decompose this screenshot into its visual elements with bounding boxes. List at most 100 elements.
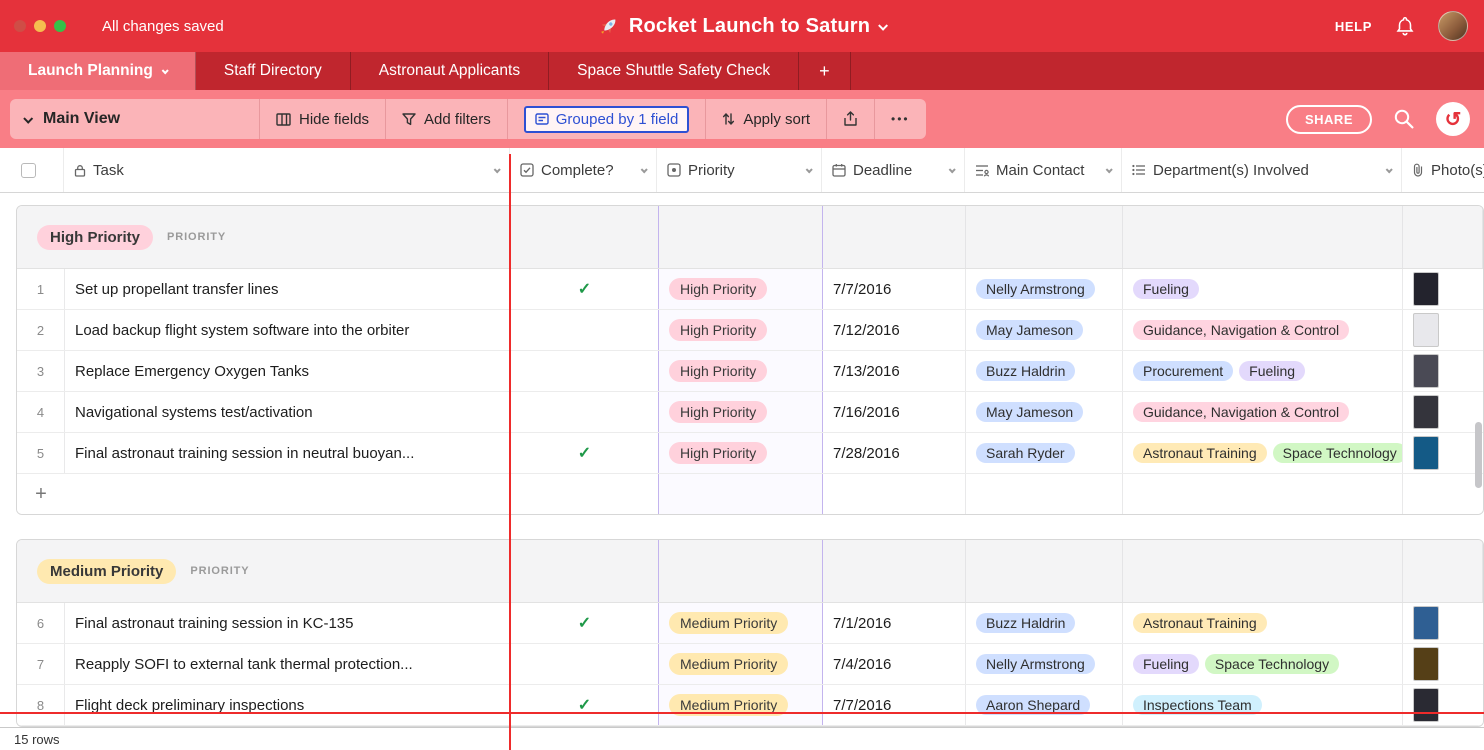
deadline-cell[interactable]: 7/28/2016	[823, 433, 966, 473]
help-button[interactable]: HELP	[1335, 19, 1372, 34]
hide-fields-button[interactable]: Hide fields	[260, 99, 386, 139]
task-cell[interactable]: Flight deck preliminary inspections	[65, 685, 511, 725]
add-filters-button[interactable]: Add filters	[386, 99, 508, 139]
deadline-cell[interactable]: 7/7/2016	[823, 685, 966, 725]
departments-cell[interactable]: Inspections Team	[1123, 685, 1403, 725]
contact-cell[interactable]: Nelly Armstrong	[966, 644, 1123, 684]
close-window-button[interactable]	[14, 20, 26, 32]
task-cell[interactable]: Navigational systems test/activation	[65, 392, 511, 432]
priority-cell[interactable]: High Priority	[658, 310, 823, 350]
complete-cell[interactable]	[511, 351, 658, 391]
history-button[interactable]: ↺	[1436, 102, 1470, 136]
table-row[interactable]: 4 Navigational systems test/activation H…	[17, 392, 1483, 433]
zoom-window-button[interactable]	[54, 20, 66, 32]
photo-cell[interactable]	[1403, 603, 1483, 643]
task-cell[interactable]: Replace Emergency Oxygen Tanks	[65, 351, 511, 391]
task-cell[interactable]: Final astronaut training session in neut…	[65, 433, 511, 473]
complete-cell[interactable]	[511, 644, 658, 684]
column-header-complete[interactable]: Complete?	[510, 148, 657, 192]
photo-cell[interactable]	[1403, 433, 1483, 473]
complete-cell[interactable]	[511, 310, 658, 350]
contact-cell[interactable]: Aaron Shepard	[966, 685, 1123, 725]
tab-space-shuttle-safety-check[interactable]: Space Shuttle Safety Check	[549, 52, 799, 90]
priority-cell[interactable]: High Priority	[658, 269, 823, 309]
departments-cell[interactable]: Astronaut Training	[1123, 603, 1403, 643]
tab-astronaut-applicants[interactable]: Astronaut Applicants	[351, 52, 549, 90]
apply-sort-button[interactable]: Apply sort	[706, 99, 827, 139]
column-header-task[interactable]: Task	[64, 148, 510, 192]
contact-cell[interactable]: Buzz Haldrin	[966, 603, 1123, 643]
search-icon[interactable]	[1392, 107, 1416, 131]
select-all-checkbox[interactable]	[21, 163, 36, 178]
complete-cell[interactable]	[511, 392, 658, 432]
more-options-button[interactable]: •••	[875, 99, 926, 139]
add-record-row[interactable]: +	[17, 474, 1483, 514]
departments-cell[interactable]: Guidance, Navigation & Control	[1123, 392, 1403, 432]
photo-cell[interactable]	[1403, 685, 1483, 725]
priority-cell[interactable]: High Priority	[658, 351, 823, 391]
column-header-departments[interactable]: Department(s) Involved	[1122, 148, 1402, 192]
task-cell[interactable]: Final astronaut training session in KC-1…	[65, 603, 511, 643]
departments-cell[interactable]: Astronaut Training Space Technology	[1123, 433, 1403, 473]
contact-cell[interactable]: May Jameson	[966, 392, 1123, 432]
user-avatar[interactable]	[1438, 11, 1468, 41]
task-cell[interactable]: Reapply SOFI to external tank thermal pr…	[65, 644, 511, 684]
complete-cell[interactable]: ✓	[511, 603, 658, 643]
deadline-cell[interactable]: 7/4/2016	[823, 644, 966, 684]
window-controls[interactable]	[14, 20, 66, 32]
table-row[interactable]: 2 Load backup flight system software int…	[17, 310, 1483, 351]
vertical-scrollbar-thumb[interactable]	[1475, 422, 1482, 488]
complete-cell[interactable]: ✓	[511, 269, 658, 309]
contact-cell[interactable]: Buzz Haldrin	[966, 351, 1123, 391]
photo-cell[interactable]	[1403, 310, 1483, 350]
priority-cell[interactable]: Medium Priority	[658, 603, 823, 643]
priority-cell[interactable]: Medium Priority	[658, 685, 823, 725]
table-row[interactable]: 5 Final astronaut training session in ne…	[17, 433, 1483, 474]
priority-cell[interactable]: High Priority	[658, 392, 823, 432]
task-cell[interactable]: Load backup flight system software into …	[65, 310, 511, 350]
photo-cell[interactable]	[1403, 392, 1483, 432]
departments-cell[interactable]: Fueling	[1123, 269, 1403, 309]
share-view-button[interactable]	[827, 99, 875, 139]
deadline-cell[interactable]: 7/16/2016	[823, 392, 966, 432]
group-header[interactable]: Medium Priority PRIORITY	[17, 540, 1483, 603]
departments-cell[interactable]: Fueling Space Technology	[1123, 644, 1403, 684]
contact-cell[interactable]: Sarah Ryder	[966, 433, 1123, 473]
deadline-cell[interactable]: 7/12/2016	[823, 310, 966, 350]
priority-cell[interactable]: Medium Priority	[658, 644, 823, 684]
add-record-button[interactable]: +	[17, 483, 65, 506]
deadline-cell[interactable]: 7/13/2016	[823, 351, 966, 391]
photo-cell[interactable]	[1403, 269, 1483, 309]
deadline-cell[interactable]: 7/7/2016	[823, 269, 966, 309]
table-row[interactable]: 7 Reapply SOFI to external tank thermal …	[17, 644, 1483, 685]
photo-cell[interactable]	[1403, 644, 1483, 684]
column-header-photos[interactable]: Photo(s)	[1402, 148, 1484, 192]
group-button[interactable]: Grouped by 1 field	[508, 99, 707, 139]
task-cell[interactable]: Set up propellant transfer lines	[65, 269, 511, 309]
table-row[interactable]: 8 Flight deck preliminary inspections ✓ …	[17, 685, 1483, 726]
notifications-bell-icon[interactable]	[1394, 15, 1416, 37]
contact-cell[interactable]: May Jameson	[966, 310, 1123, 350]
column-header-deadline[interactable]: Deadline	[822, 148, 965, 192]
contact-cell[interactable]: Nelly Armstrong	[966, 269, 1123, 309]
add-table-button[interactable]: +	[799, 52, 851, 90]
base-title-menu[interactable]: Rocket Launch to Saturn	[598, 15, 886, 38]
select-all-cell[interactable]	[0, 148, 64, 192]
departments-cell[interactable]: Procurement Fueling	[1123, 351, 1403, 391]
tab-staff-directory[interactable]: Staff Directory	[196, 52, 351, 90]
departments-cell[interactable]: Guidance, Navigation & Control	[1123, 310, 1403, 350]
share-button[interactable]: SHARE	[1286, 105, 1372, 134]
tab-launch-planning[interactable]: Launch Planning	[0, 52, 196, 90]
photo-cell[interactable]	[1403, 351, 1483, 391]
column-header-main-contact[interactable]: Main Contact	[965, 148, 1122, 192]
view-switcher[interactable]: Main View	[10, 99, 260, 139]
group-header[interactable]: High Priority PRIORITY	[17, 206, 1483, 269]
table-row[interactable]: 3 Replace Emergency Oxygen Tanks High Pr…	[17, 351, 1483, 392]
complete-cell[interactable]: ✓	[511, 685, 658, 725]
minimize-window-button[interactable]	[34, 20, 46, 32]
deadline-cell[interactable]: 7/1/2016	[823, 603, 966, 643]
complete-cell[interactable]: ✓	[511, 433, 658, 473]
priority-cell[interactable]: High Priority	[658, 433, 823, 473]
column-header-priority[interactable]: Priority	[657, 148, 822, 192]
table-row[interactable]: 1 Set up propellant transfer lines ✓ Hig…	[17, 269, 1483, 310]
